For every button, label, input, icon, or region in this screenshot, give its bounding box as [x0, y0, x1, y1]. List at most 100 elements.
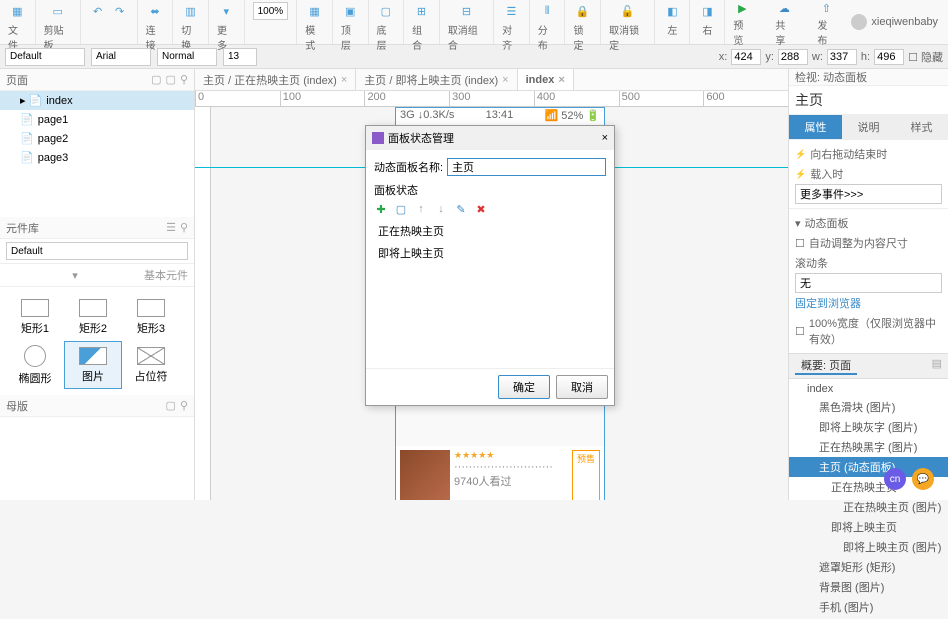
outline-item[interactable]: 即将上映主页	[789, 517, 948, 537]
down-icon[interactable]: ↓	[434, 202, 448, 216]
delete-icon[interactable]: ✖	[474, 202, 488, 216]
basic-widgets-toggle[interactable]: ▾ 基本元件	[0, 264, 194, 287]
outline-item[interactable]: 手机 (图片)	[789, 597, 948, 617]
duplicate-icon[interactable]: ▢	[394, 202, 408, 216]
panel-name-input[interactable]	[447, 158, 606, 176]
outline-item[interactable]: 背景图 (图片)	[789, 577, 948, 597]
hide-checkbox[interactable]: ☐ 隐藏	[908, 49, 943, 65]
search-icon[interactable]: ⚲	[180, 73, 188, 86]
widget-placeholder[interactable]: 占位符	[122, 341, 180, 389]
size-dropdown[interactable]: 13	[223, 48, 257, 66]
event-drag[interactable]: ⚡向右拖动结束时	[795, 144, 942, 164]
outline-item[interactable]: 即将上映灰字 (图片)	[789, 417, 948, 437]
align-icon[interactable]: ☰	[502, 2, 520, 20]
add-page-icon[interactable]: ▢	[151, 73, 161, 86]
connect-icon[interactable]: ⬌	[146, 2, 164, 20]
movie-poster	[400, 450, 450, 500]
state-item[interactable]: 正在热映主页	[374, 220, 606, 242]
widget-rect2[interactable]: 矩形2	[64, 293, 122, 341]
ungroup-icon[interactable]: ⊟	[457, 2, 475, 20]
left-icon[interactable]: ◧	[663, 2, 681, 20]
tab-style[interactable]: 样式	[895, 115, 948, 139]
close-icon[interactable]: ×	[558, 74, 564, 86]
add-master-icon[interactable]: ▢	[166, 399, 176, 412]
h-input[interactable]	[874, 49, 904, 65]
weight-dropdown[interactable]: Normal	[157, 48, 217, 66]
tab[interactable]: 主页 / 即将上映主页 (index)×	[356, 69, 517, 90]
publish-icon[interactable]: ⇧	[817, 2, 835, 15]
lib-search-icon[interactable]: ⚲	[180, 221, 188, 234]
outline-item[interactable]: 正在热映主页 (图片)	[789, 497, 948, 517]
fab-cn-icon[interactable]: cn	[884, 468, 906, 490]
edit-icon[interactable]: ✎	[454, 202, 468, 216]
dialog-titlebar[interactable]: 面板状态管理 ×	[366, 126, 614, 150]
event-load[interactable]: ⚡载入时	[795, 164, 942, 184]
cancel-button[interactable]: 取消	[556, 375, 608, 399]
states-list[interactable]: 正在热映主页 即将上映主页	[374, 220, 606, 360]
group-icon[interactable]: ⊞	[412, 2, 430, 20]
page-item[interactable]: 📄page1	[0, 110, 194, 129]
library-dropdown[interactable]: Default	[6, 242, 188, 260]
buy-button[interactable]: 预售	[572, 450, 600, 500]
page-index[interactable]: ▸ 📄index	[0, 91, 194, 110]
share-icon[interactable]: ☁	[775, 2, 793, 15]
lib-menu-icon[interactable]: ☰	[166, 221, 176, 234]
style-dropdown[interactable]: Default	[5, 48, 85, 66]
up-icon[interactable]: ↑	[414, 202, 428, 216]
tab-active[interactable]: index×	[518, 69, 574, 90]
front-icon[interactable]: ▣	[341, 2, 359, 20]
master-search-icon[interactable]: ⚲	[180, 399, 188, 412]
font-dropdown[interactable]: Arial	[91, 48, 151, 66]
pin-link[interactable]: 固定到浏览器	[795, 293, 942, 313]
outline-item[interactable]: index	[789, 381, 948, 397]
tab-properties[interactable]: 属性	[789, 115, 842, 139]
widget-image[interactable]: 图片	[64, 341, 122, 389]
folder-icon[interactable]: ▢	[166, 73, 176, 86]
more-icon[interactable]: ▾	[217, 2, 235, 20]
tab[interactable]: 主页 / 正在热映主页 (index)×	[195, 69, 356, 90]
toggle-icon[interactable]: ▥	[182, 2, 200, 20]
outline-item[interactable]: 正在热映黑字 (图片)	[789, 437, 948, 457]
dialog-close-icon[interactable]: ×	[602, 132, 608, 144]
add-state-icon[interactable]: ✚	[374, 202, 388, 216]
clipboard-icon[interactable]: ▭	[49, 2, 67, 20]
x-input[interactable]	[731, 49, 761, 65]
outline-item[interactable]: 遮罩矩形 (矩形)	[789, 557, 948, 577]
distribute-icon[interactable]: ⦀	[538, 2, 556, 20]
widget-rect3[interactable]: 矩形3	[122, 293, 180, 341]
redo-icon[interactable]: ↷	[111, 2, 129, 20]
widget-ellipse[interactable]: 椭圆形	[6, 341, 64, 389]
close-icon[interactable]: ×	[341, 74, 347, 86]
lock-icon[interactable]: 🔒	[574, 2, 592, 20]
dp-section-toggle[interactable]: ▾ 动态面板	[795, 213, 942, 233]
ok-button[interactable]: 确定	[498, 375, 550, 399]
outline-item[interactable]: 黑色滑块 (图片)	[789, 397, 948, 417]
undo-icon[interactable]: ↶	[89, 2, 107, 20]
zoom-dropdown[interactable]: 100%	[253, 2, 289, 20]
width100-checkbox[interactable]: ☐ 100%宽度（仅限浏览器中有效）	[795, 313, 942, 349]
state-item[interactable]: 即将上映主页	[374, 242, 606, 264]
y-input[interactable]	[778, 49, 808, 65]
outline-tab[interactable]: 概要: 页面	[795, 357, 857, 375]
scrollbar-dropdown[interactable]: 无	[795, 273, 942, 293]
close-icon[interactable]: ×	[502, 74, 508, 86]
main-toolbar: ▦文件 ▭剪贴板 ↶↷ ⬌连接 ▥切换 ▾更多 100% ▦模式 ▣顶层 ▢底层…	[0, 0, 948, 45]
file-icon[interactable]: ▦	[8, 2, 26, 20]
page-item[interactable]: 📄page2	[0, 129, 194, 148]
preview-icon[interactable]: ▶	[733, 2, 751, 15]
user-info[interactable]: xieqiwenbaby	[851, 14, 938, 30]
more-events-dropdown[interactable]: 更多事件>>>	[795, 184, 942, 204]
widget-rect1[interactable]: 矩形1	[6, 293, 64, 341]
outline-item[interactable]: 即将上映主页 (图片)	[789, 537, 948, 557]
page-item[interactable]: 📄page3	[0, 148, 194, 167]
mode-icon[interactable]: ▦	[306, 2, 324, 20]
ruler-horizontal: 0100200300400500600	[195, 91, 788, 107]
autosize-checkbox[interactable]: ☐ 自动调整为内容尺寸	[795, 233, 942, 253]
tab-notes[interactable]: 说明	[842, 115, 895, 139]
fab-chat-icon[interactable]: 💬	[912, 468, 934, 490]
back-icon[interactable]: ▢	[377, 2, 395, 20]
w-input[interactable]	[827, 49, 857, 65]
right-icon[interactable]: ◨	[698, 2, 716, 20]
filter-icon[interactable]: ▤	[932, 357, 942, 375]
unlock-icon[interactable]: 🔓	[619, 2, 637, 20]
